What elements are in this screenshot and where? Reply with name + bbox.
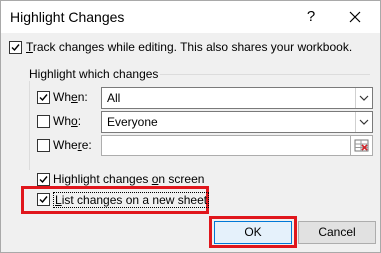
when-value: All: [107, 91, 121, 105]
when-label: When:: [53, 90, 88, 104]
where-label: Where:: [53, 138, 92, 152]
dialog-title: Highlight Changes: [10, 9, 125, 25]
when-dropdown[interactable]: All: [101, 87, 373, 109]
track-changes-checkbox[interactable]: [9, 41, 22, 54]
highlight-on-screen-label: Highlight changes on screen: [53, 172, 205, 186]
where-checkbox[interactable]: [37, 139, 50, 152]
range-select-button[interactable]: [350, 135, 373, 156]
chevron-down-icon[interactable]: [355, 112, 372, 132]
list-changes-label: List changes on a new sheet: [53, 192, 210, 208]
when-checkbox[interactable]: [37, 91, 50, 104]
list-changes-checkbox[interactable]: [37, 193, 50, 206]
who-checkbox[interactable]: [37, 115, 50, 128]
group-title: Highlight which changes: [27, 67, 161, 81]
cancel-button[interactable]: Cancel: [298, 221, 376, 244]
where-input[interactable]: [101, 135, 351, 156]
highlight-on-screen-checkbox[interactable]: [37, 173, 50, 186]
range-select-icon: [354, 139, 369, 152]
who-dropdown[interactable]: Everyone: [101, 111, 373, 133]
who-label: Who:: [53, 114, 82, 128]
track-changes-label: Track changes while editing. This also s…: [26, 40, 353, 54]
title-bar: Highlight Changes ?: [1, 1, 380, 33]
highlight-changes-dialog: Highlight Changes ? Track changes while …: [0, 0, 381, 253]
help-icon[interactable]: ?: [300, 5, 322, 29]
chevron-down-icon[interactable]: [355, 88, 372, 108]
who-value: Everyone: [107, 115, 158, 129]
close-icon[interactable]: [344, 6, 366, 28]
ok-button[interactable]: OK: [214, 221, 292, 244]
